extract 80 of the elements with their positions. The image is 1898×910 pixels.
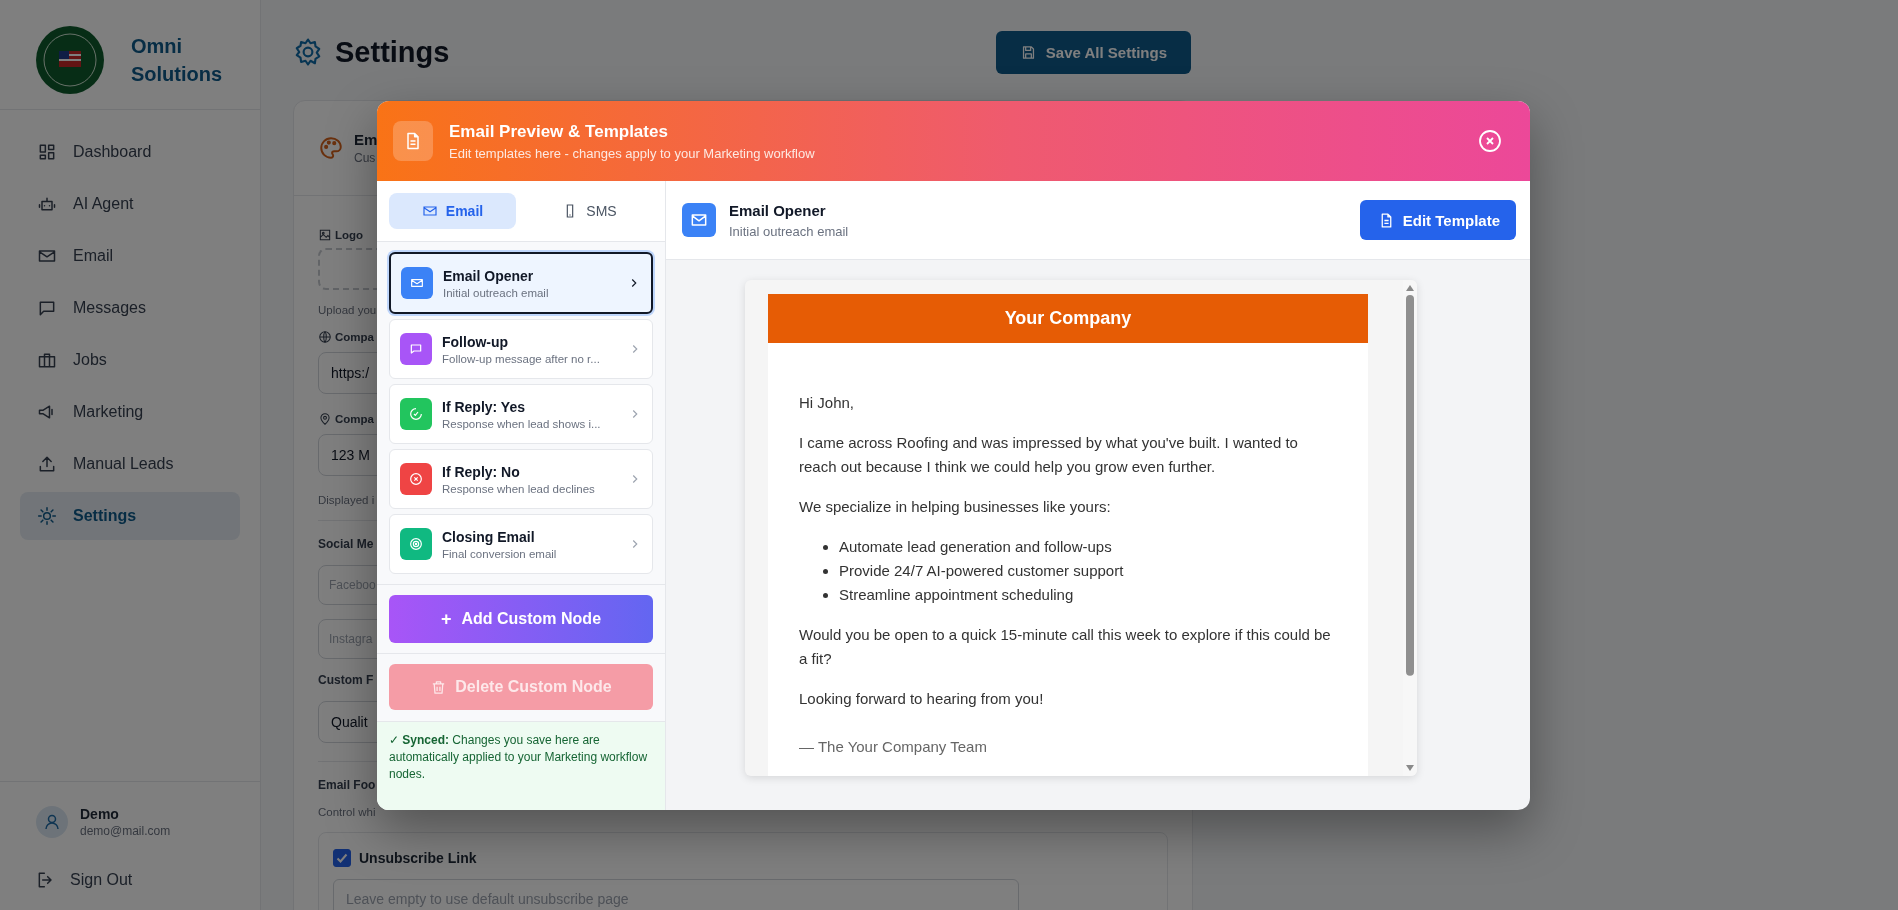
scrollbar[interactable]	[1403, 280, 1417, 776]
email-paragraph: Looking forward to hearing from you!	[799, 689, 1045, 709]
dialog-title: Email Preview & Templates	[449, 121, 669, 142]
template-description: Final conversion email	[442, 547, 558, 560]
nav-item[interactable]: Jobs	[20, 336, 240, 384]
template-item[interactable]: Email Opener Initial outreach email	[389, 252, 653, 314]
template-name: If Reply: Yes	[442, 398, 526, 415]
nav-item[interactable]: Settings	[20, 492, 240, 540]
logo-icon	[35, 25, 105, 95]
email-paragraph: We specialize in helping businesses like yours:	[799, 497, 1112, 517]
email-bullet: Streamline appointment scheduling	[839, 585, 1074, 605]
template-item[interactable]: Closing Email Final conversion email	[389, 514, 653, 574]
template-description: Follow-up message after no r...	[442, 352, 601, 365]
field-label: Compa	[335, 413, 374, 425]
section-hint: Control whi	[318, 806, 376, 818]
card-subtitle: Cus	[354, 151, 376, 165]
field-label: Logo	[335, 229, 364, 241]
template-description: Response when lead shows i...	[442, 417, 602, 430]
template-name: Email Opener	[443, 267, 535, 284]
template-description: Initial outreach email	[443, 286, 550, 299]
email-paragraph: I came across Roofing and was impressed by what you've built. I wanted to reach out because I think we could help you grow even further.	[799, 433, 1299, 477]
bullet-icon	[823, 568, 828, 574]
field-hint: Upload you	[318, 304, 377, 316]
template-description: Response when lead declines	[442, 482, 596, 495]
document-icon	[393, 121, 433, 161]
template-name: Follow-up	[442, 333, 510, 350]
template-item[interactable]: If Reply: No Response when lead declines	[389, 449, 653, 509]
envelope-icon	[682, 203, 716, 237]
nav-icon	[37, 142, 57, 162]
section-label: Social Me	[318, 537, 374, 551]
template-name: If Reply: No	[442, 463, 521, 480]
tab[interactable]: SMS	[526, 193, 653, 229]
nav-item[interactable]: Marketing	[20, 388, 240, 436]
section-label: Email Foo	[318, 778, 376, 792]
template-item[interactable]: Follow-up Follow-up message after no r...	[389, 319, 653, 379]
nav-item[interactable]: Dashboard	[20, 128, 240, 176]
section-label: Custom F	[318, 673, 374, 687]
sync-note: ✓ Synced: Changes you save here are automatically applied to your Marketing workflow nodes.	[377, 722, 665, 810]
image-icon	[318, 228, 332, 242]
edit-template-button[interactable]: Edit Template	[1359, 200, 1516, 240]
nav-item[interactable]: Messages	[20, 284, 240, 332]
bullet-icon	[823, 592, 828, 598]
card-title: Em	[354, 131, 378, 148]
page-title: Settings	[335, 35, 450, 69]
globe-icon	[318, 330, 332, 344]
template-item[interactable]: If Reply: Yes Response when lead shows i...	[389, 384, 653, 444]
email-banner: Your Company	[768, 294, 1368, 343]
nav-icon	[37, 454, 57, 474]
email-paragraph: Would you be open to a quick 15-minute call this week to explore if this could be a fit?	[799, 625, 1332, 669]
sign-out-link[interactable]: Sign Out	[36, 870, 260, 890]
envelope-icon	[421, 203, 438, 219]
template-title: Email Opener	[729, 201, 827, 219]
nav-item[interactable]: Email	[20, 232, 240, 280]
nav-icon	[37, 350, 57, 370]
palette-icon	[318, 135, 344, 161]
user-name: Demo	[80, 806, 120, 822]
brand-name: Omni Solutions	[131, 34, 223, 87]
nav-item[interactable]: AI Agent	[20, 180, 240, 228]
user-email: demo@mail.com	[80, 824, 171, 838]
template-subtitle: Initial outreach email	[729, 223, 850, 239]
add-node-button[interactable]: + Add Custom Node	[389, 595, 653, 643]
template-name: Closing Email	[442, 528, 536, 545]
dialog-subtitle: Edit templates here - changes apply to your Marketing workflow	[449, 145, 816, 161]
nav-icon	[37, 506, 57, 526]
avatar-icon	[36, 806, 68, 838]
nav-item[interactable]: Manual Leads	[20, 440, 240, 488]
email-bullet: Provide 24/7 AI-powered customer support	[839, 561, 1124, 581]
email-signature: — The Your Company Team	[799, 737, 988, 757]
field-label: Compa	[335, 331, 374, 343]
pin-icon	[318, 412, 332, 426]
email-greeting: Hi John,	[799, 393, 856, 413]
close-icon[interactable]	[1478, 129, 1502, 153]
settings-icon	[293, 37, 323, 67]
tab[interactable]: Email	[389, 193, 516, 229]
save-button[interactable]: Save All Settings	[995, 30, 1191, 74]
bullet-icon	[823, 544, 828, 550]
checkbox[interactable]	[333, 849, 351, 867]
checkbox-label: Unsubscribe Link	[359, 850, 477, 866]
nav-icon	[37, 298, 57, 318]
email-bullet: Automate lead generation and follow-ups	[839, 537, 1112, 557]
